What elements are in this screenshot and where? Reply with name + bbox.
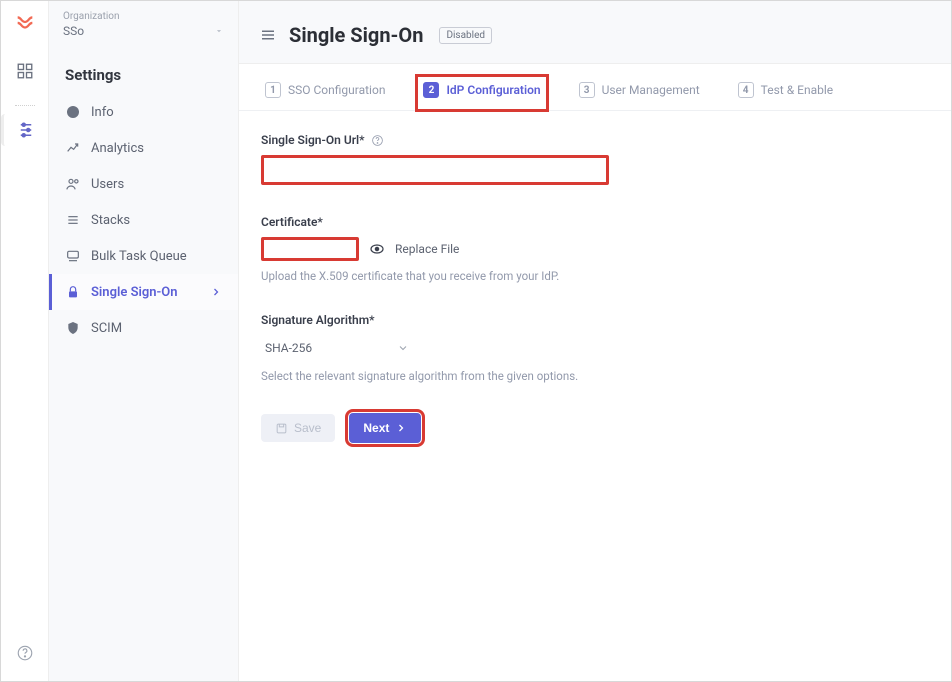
- org-value: SSo: [63, 24, 84, 38]
- org-label: Organization: [63, 11, 224, 22]
- queue-icon: [65, 248, 81, 264]
- tab-label: Test & Enable: [761, 83, 833, 97]
- sidebar-item-label: Info: [91, 105, 114, 120]
- help-icon[interactable]: [9, 637, 41, 669]
- main-area: Single Sign-On Disabled 1 SSO Configurat…: [239, 1, 951, 681]
- page-header: Single Sign-On Disabled: [239, 1, 951, 64]
- step-number: 2: [423, 82, 439, 98]
- form-content: Single Sign-On Url* Certificate* Replace…: [239, 111, 951, 465]
- help-tooltip-icon[interactable]: [371, 134, 384, 147]
- users-icon: [65, 176, 81, 192]
- tab-label: IdP Configuration: [446, 83, 540, 97]
- chevron-right-icon: [210, 286, 222, 298]
- settings-heading: Settings: [49, 44, 238, 94]
- sidebar-item-label: Analytics: [91, 141, 144, 156]
- tab-label: SSO Configuration: [288, 83, 385, 97]
- sidebar-item-info[interactable]: Info: [49, 94, 238, 130]
- replace-file-link[interactable]: Replace File: [395, 242, 459, 256]
- save-button[interactable]: Save: [261, 414, 335, 442]
- certificate-hint: Upload the X.509 certificate that you re…: [261, 269, 929, 283]
- next-button[interactable]: Next: [349, 413, 421, 443]
- settings-nav: Info Analytics Users Stacks Bulk Task Qu…: [49, 94, 238, 346]
- tab-test-enable[interactable]: 4 Test & Enable: [732, 76, 839, 110]
- sidebar-item-single-sign-on[interactable]: Single Sign-On: [49, 274, 238, 310]
- info-icon: [65, 104, 81, 120]
- sidebar-item-label: Single Sign-On: [91, 285, 178, 300]
- tab-idp-configuration[interactable]: 2 IdP Configuration: [417, 76, 546, 110]
- wizard-tabs: 1 SSO Configuration 2 IdP Configuration …: [239, 64, 951, 111]
- menu-icon[interactable]: [259, 26, 277, 44]
- page-title: Single Sign-On: [289, 23, 423, 47]
- tab-sso-configuration[interactable]: 1 SSO Configuration: [259, 76, 391, 110]
- stacks-icon: [65, 212, 81, 228]
- dashboard-icon[interactable]: [9, 55, 41, 87]
- algorithm-label: Signature Algorithm*: [261, 313, 375, 327]
- algorithm-hint: Select the relevant signature algorithm …: [261, 369, 929, 383]
- tab-label: User Management: [602, 83, 700, 97]
- sso-url-label: Single Sign-On Url*: [261, 133, 365, 147]
- app-logo-icon: [14, 11, 36, 55]
- sidebar-item-scim[interactable]: SCIM: [49, 310, 238, 346]
- analytics-icon: [65, 140, 81, 156]
- sso-url-input[interactable]: [261, 155, 609, 185]
- step-number: 4: [738, 82, 754, 98]
- sidebar-item-analytics[interactable]: Analytics: [49, 130, 238, 166]
- org-selector[interactable]: Organization SSo: [49, 1, 238, 44]
- eye-icon[interactable]: [369, 241, 385, 257]
- next-label: Next: [363, 421, 389, 435]
- step-number: 3: [579, 82, 595, 98]
- sidebar-item-stacks[interactable]: Stacks: [49, 202, 238, 238]
- status-badge: Disabled: [439, 27, 492, 44]
- shield-icon: [65, 320, 81, 336]
- algorithm-select[interactable]: SHA-256: [261, 335, 413, 361]
- save-label: Save: [294, 421, 321, 435]
- left-rail: [1, 1, 49, 681]
- rail-divider: [15, 105, 35, 106]
- sidebar-item-bulk-task-queue[interactable]: Bulk Task Queue: [49, 238, 238, 274]
- sidebar-item-label: SCIM: [91, 321, 122, 336]
- chevron-right-icon: [395, 422, 407, 434]
- certificate-file-input[interactable]: [261, 237, 359, 261]
- sidebar-item-label: Users: [91, 177, 124, 192]
- settings-rail-icon[interactable]: [1, 114, 48, 146]
- sidebar-item-label: Stacks: [91, 213, 130, 228]
- step-number: 1: [265, 82, 281, 98]
- chevron-down-icon: [397, 342, 409, 354]
- tab-user-management[interactable]: 3 User Management: [573, 76, 706, 110]
- lock-icon: [65, 284, 81, 300]
- chevron-down-icon: [214, 26, 224, 36]
- settings-sidebar: Organization SSo Settings Info Analytics…: [49, 1, 239, 681]
- algorithm-value: SHA-256: [265, 341, 312, 355]
- sidebar-item-label: Bulk Task Queue: [91, 249, 187, 264]
- certificate-label: Certificate*: [261, 215, 323, 229]
- save-icon: [275, 422, 288, 435]
- sidebar-item-users[interactable]: Users: [49, 166, 238, 202]
